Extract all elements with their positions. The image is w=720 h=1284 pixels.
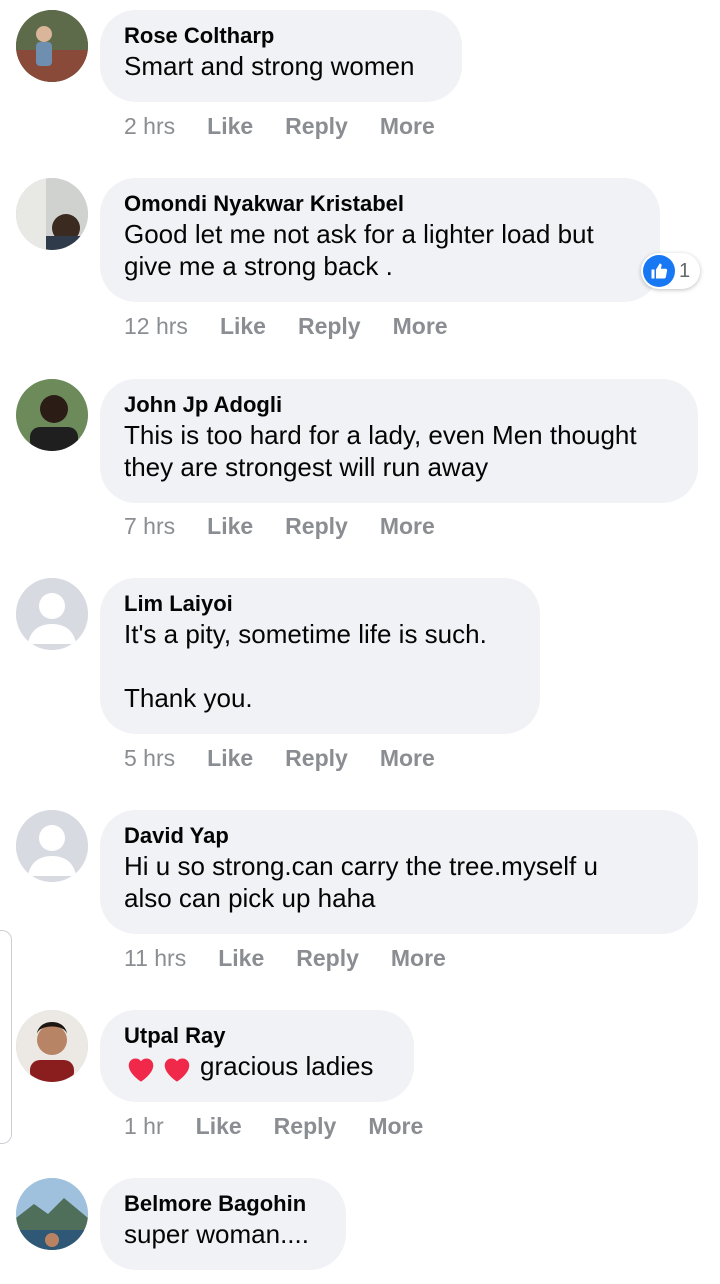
comment-actions: 7 hrs Like Reply More — [124, 510, 435, 542]
comment-text: This is too hard for a lady, even Men th… — [124, 420, 637, 482]
comment-actions: 11 hrs Like Reply More — [124, 942, 446, 974]
side-panel-edge — [0, 930, 12, 1144]
more-button[interactable]: More — [380, 113, 435, 140]
default-avatar-icon[interactable] — [16, 578, 88, 650]
timestamp[interactable]: 7 hrs — [124, 513, 175, 540]
avatar[interactable] — [16, 1010, 88, 1082]
comment-actions: 2 hrs Like Reply More — [124, 110, 435, 142]
like-button[interactable]: Like — [207, 113, 253, 140]
comment-actions: 1 hr Like Reply More — [124, 1110, 423, 1142]
timestamp[interactable]: 11 hrs — [124, 945, 186, 972]
like-button[interactable]: Like — [207, 745, 253, 772]
author-name[interactable]: Rose Coltharp — [124, 22, 438, 50]
timestamp[interactable]: 1 hr — [124, 1113, 164, 1140]
more-button[interactable]: More — [380, 745, 435, 772]
more-button[interactable]: More — [380, 513, 435, 540]
timestamp[interactable]: 5 hrs — [124, 745, 175, 772]
comment-bubble: Utpal Ray gracious ladies — [100, 1010, 414, 1102]
thumbs-up-icon — [643, 255, 675, 287]
comment-text: Good let me not ask for a lighter load b… — [124, 219, 594, 281]
comment-text: It's a pity, sometime life is such. Than… — [124, 619, 487, 713]
author-name[interactable]: Lim Laiyoi — [124, 590, 516, 618]
more-button[interactable]: More — [368, 1113, 423, 1140]
heart-emoji-icon — [124, 1053, 194, 1083]
author-name[interactable]: Omondi Nyakwar Kristabel — [124, 190, 636, 218]
author-name[interactable]: John Jp Adogli — [124, 391, 674, 419]
author-name[interactable]: David Yap — [124, 822, 674, 850]
comment-text-content: gracious ladies — [200, 1051, 374, 1081]
reaction-count[interactable]: 1 — [641, 253, 701, 289]
avatar[interactable] — [16, 1178, 88, 1250]
comment-bubble: Omondi Nyakwar Kristabel Good let me not… — [100, 178, 660, 302]
avatar[interactable] — [16, 178, 88, 250]
author-name[interactable]: Utpal Ray — [124, 1022, 390, 1050]
like-button[interactable]: Like — [220, 313, 266, 340]
comment-bubble: Lim Laiyoi It's a pity, sometime life is… — [100, 578, 540, 734]
reply-button[interactable]: Reply — [296, 945, 359, 972]
comment-bubble: David Yap Hi u so strong.can carry the t… — [100, 810, 698, 934]
comment-actions: 5 hrs Like Reply More — [124, 742, 435, 774]
comment-text: gracious ladies — [124, 1050, 390, 1083]
avatar[interactable] — [16, 379, 88, 451]
like-button[interactable]: Like — [218, 945, 264, 972]
comment-text: Hi u so strong.can carry the tree.myself… — [124, 851, 598, 913]
comment-bubble: Rose Coltharp Smart and strong women — [100, 10, 462, 102]
reply-button[interactable]: Reply — [285, 113, 348, 140]
reply-button[interactable]: Reply — [285, 745, 348, 772]
avatar[interactable] — [16, 10, 88, 82]
timestamp[interactable]: 2 hrs — [124, 113, 175, 140]
author-name[interactable]: Belmore Bagohin — [124, 1190, 322, 1218]
like-button[interactable]: Like — [207, 513, 253, 540]
comment-bubble: John Jp Adogli This is too hard for a la… — [100, 379, 698, 503]
reply-button[interactable]: Reply — [298, 313, 361, 340]
comment-actions: 12 hrs Like Reply More — [124, 310, 448, 342]
more-button[interactable]: More — [391, 945, 446, 972]
like-button[interactable]: Like — [196, 1113, 242, 1140]
timestamp[interactable]: 12 hrs — [124, 313, 188, 340]
default-avatar-icon[interactable] — [16, 810, 88, 882]
reply-button[interactable]: Reply — [274, 1113, 337, 1140]
comment-bubble: Belmore Bagohin super woman.... — [100, 1178, 346, 1270]
comment-text: Smart and strong women — [124, 51, 415, 81]
reaction-number: 1 — [679, 259, 691, 282]
reply-button[interactable]: Reply — [285, 513, 348, 540]
more-button[interactable]: More — [393, 313, 448, 340]
comment-text: super woman.... — [124, 1219, 309, 1249]
